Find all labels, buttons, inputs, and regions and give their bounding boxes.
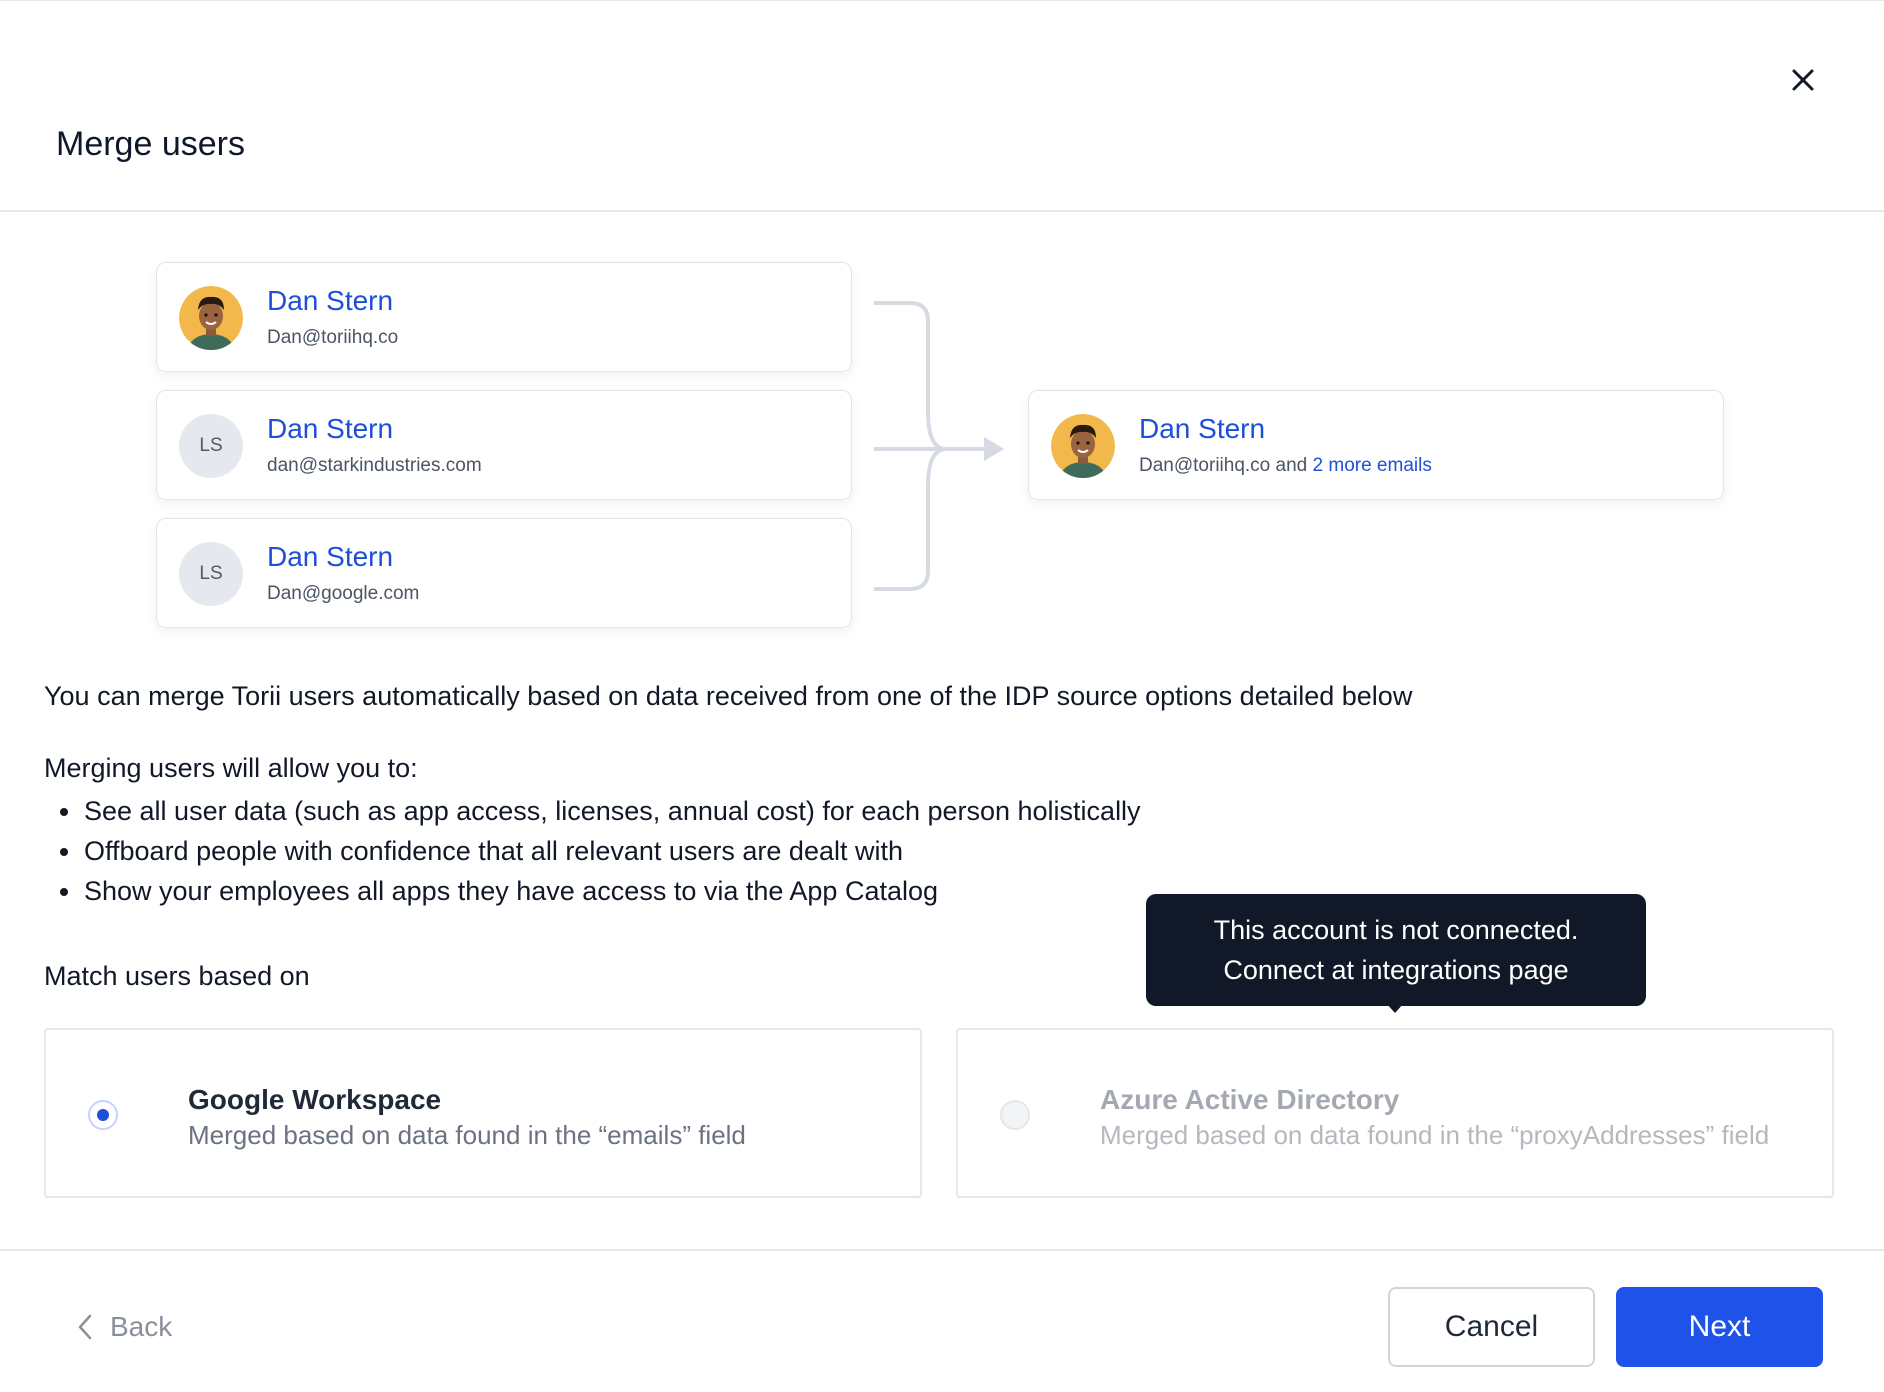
- merged-user-card: Dan Stern Dan@toriihq.co and 2 more emai…: [1028, 390, 1724, 500]
- tooltip-line: Connect at integrations page: [1223, 955, 1569, 985]
- user-name[interactable]: Dan Stern: [1139, 413, 1265, 445]
- merge-users-dialog: Merge users Dan Stern Dan@toriihq.co LS …: [0, 0, 1884, 1392]
- dialog-header: Merge users: [0, 1, 1884, 212]
- user-name[interactable]: Dan Stern: [267, 413, 393, 445]
- dialog-title: Merge users: [56, 125, 245, 163]
- user-email: Dan@toriihq.co: [1139, 455, 1271, 476]
- user-name[interactable]: Dan Stern: [267, 541, 393, 573]
- intro-text: You can merge Torii users automatically …: [44, 681, 1413, 711]
- user-email: Dan@google.com: [267, 583, 420, 604]
- user-avatar-photo: [179, 286, 243, 350]
- tooltip-line: This account is not connected.: [1213, 915, 1579, 945]
- user-avatar-initials: LS: [179, 542, 243, 606]
- close-icon: [1792, 69, 1814, 91]
- dialog-footer: Back Cancel Next: [0, 1249, 1884, 1392]
- merge-connector-arrow-icon: [874, 301, 1004, 591]
- user-avatar-initials: LS: [179, 414, 243, 478]
- list-item: Show your employees all apps they have a…: [44, 871, 1141, 911]
- radio-azure-active-directory: [1000, 1100, 1030, 1130]
- benefits-title: Merging users will allow you to:: [44, 753, 418, 783]
- option-google-workspace[interactable]: Google Workspace Merged based on data fo…: [44, 1028, 922, 1198]
- option-title: Azure Active Directory: [1100, 1084, 1400, 1115]
- user-email: Dan@toriihq.co: [267, 327, 399, 348]
- benefits-list: See all user data (such as app access, l…: [44, 791, 1141, 911]
- option-azure-active-directory: Azure Active Directory Merged based on d…: [956, 1028, 1834, 1198]
- option-title: Google Workspace: [188, 1084, 442, 1115]
- email-joiner: and: [1270, 455, 1313, 476]
- user-card: LS Dan Stern Dan@google.com: [156, 518, 852, 628]
- back-label: Back: [110, 1311, 173, 1342]
- radio-google-workspace[interactable]: [88, 1100, 118, 1130]
- match-label: Match users based on: [44, 961, 310, 991]
- back-button[interactable]: Back: [76, 1311, 172, 1343]
- more-emails-link[interactable]: 2 more emails: [1313, 455, 1432, 476]
- list-item: Offboard people with confidence that all…: [44, 831, 1141, 871]
- user-name[interactable]: Dan Stern: [267, 285, 393, 317]
- user-avatar-photo: [1051, 414, 1115, 478]
- next-button[interactable]: Next: [1616, 1287, 1823, 1367]
- user-email-summary: Dan@toriihq.co and 2 more emails: [1139, 455, 1432, 477]
- user-email: dan@starkindustries.com: [267, 455, 482, 476]
- list-item: See all user data (such as app access, l…: [44, 791, 1141, 831]
- not-connected-tooltip: This account is not connected. Connect a…: [1146, 894, 1646, 1006]
- close-button[interactable]: [1786, 63, 1820, 97]
- cancel-button[interactable]: Cancel: [1388, 1287, 1595, 1367]
- tooltip-arrow: [1386, 1003, 1404, 1013]
- user-card: Dan Stern Dan@toriihq.co: [156, 262, 852, 372]
- chevron-left-icon: [78, 1314, 92, 1340]
- option-description: Merged based on data found in the “proxy…: [1100, 1120, 1770, 1150]
- user-card: LS Dan Stern dan@starkindustries.com: [156, 390, 852, 500]
- option-description: Merged based on data found in the “email…: [188, 1120, 746, 1150]
